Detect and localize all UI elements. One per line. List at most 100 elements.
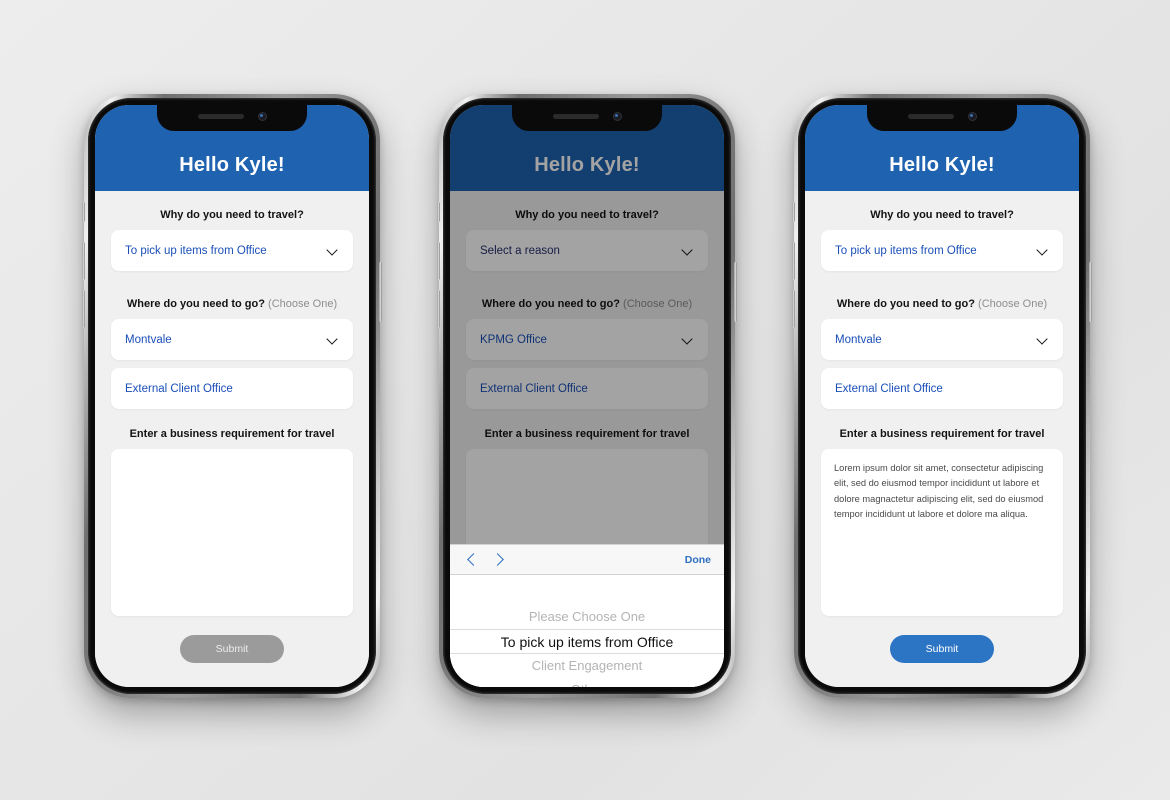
requirement-textarea[interactable] (111, 449, 353, 616)
destination-label-hint: (Choose One) (623, 298, 693, 310)
secondary-destination-value: External Client Office (125, 382, 233, 395)
volume-down-button[interactable] (82, 290, 85, 328)
phone-screen-3: Hello Kyle! Why do you need to travel? T… (805, 105, 1079, 687)
page-title: Hello Kyle! (889, 154, 995, 176)
reason-label: Why do you need to travel? (821, 209, 1063, 221)
requirement-textarea[interactable]: Lorem ipsum dolor sit amet, consectetur … (821, 449, 1063, 616)
picker-option[interactable]: Client Engagement (450, 654, 724, 678)
reason-label: Why do you need to travel? (466, 209, 708, 221)
destination-select[interactable]: KPMG Office (466, 319, 708, 360)
form-sheet: Why do you need to travel? To pick up it… (805, 187, 1079, 687)
destination-label-text: Where do you need to go? (836, 298, 975, 310)
chevron-down-icon (1038, 245, 1049, 256)
phone-mockup-2: Hello Kyle! Why do you need to travel? S… (437, 94, 737, 710)
silent-switch[interactable] (82, 202, 85, 222)
requirement-label: Enter a business requirement for travel (111, 428, 353, 440)
power-button[interactable] (379, 262, 382, 322)
reason-select-value: Select a reason (480, 244, 560, 257)
destination-label: Where do you need to go? (Choose One) (466, 298, 708, 310)
volume-down-button[interactable] (437, 290, 440, 328)
secondary-destination-field[interactable]: External Client Office (466, 368, 708, 409)
destination-label-text: Where do you need to go? (481, 298, 620, 310)
destination-select-value: Montvale (125, 333, 172, 346)
volume-up-button[interactable] (437, 242, 440, 280)
reason-select-value: To pick up items from Office (835, 244, 977, 257)
app-screen-3: Hello Kyle! Why do you need to travel? T… (805, 105, 1079, 687)
power-button[interactable] (1089, 262, 1092, 322)
power-button[interactable] (734, 262, 737, 322)
volume-up-button[interactable] (82, 242, 85, 280)
requirement-text: Lorem ipsum dolor sit amet, consectetur … (834, 463, 1044, 519)
picker-option-list[interactable]: Please Choose One To pick up items from … (450, 575, 724, 687)
destination-label-text: Where do you need to go? (126, 298, 265, 310)
earpiece-speaker-icon (197, 113, 244, 119)
destination-label-hint: (Choose One) (978, 298, 1048, 310)
reason-label: Why do you need to travel? (111, 209, 353, 221)
picker-toolbar: Done (450, 544, 724, 575)
reason-label-text: Why do you need to travel? (515, 209, 659, 221)
chevron-down-icon (683, 334, 694, 345)
phone-mockup-1: Hello Kyle! Why do you need to travel? T… (82, 94, 382, 710)
picker-option-selected[interactable]: To pick up items from Office (450, 629, 724, 654)
submit-row: Submit (111, 616, 353, 687)
chevron-down-icon (683, 245, 694, 256)
reason-select[interactable]: Select a reason (466, 230, 708, 271)
secondary-destination-value: External Client Office (835, 382, 943, 395)
picker-option[interactable]: Please Choose One (450, 605, 724, 629)
destination-select-value: KPMG Office (480, 333, 547, 346)
chevron-right-icon[interactable] (491, 551, 509, 569)
earpiece-speaker-icon (907, 113, 954, 119)
earpiece-speaker-icon (552, 113, 599, 119)
phone-mockup-stage: Hello Kyle! Why do you need to travel? T… (0, 0, 1170, 800)
volume-up-button[interactable] (792, 242, 795, 280)
notch (512, 105, 662, 131)
reason-label-text: Why do you need to travel? (160, 209, 304, 221)
requirement-label-text: Enter a business requirement for travel (129, 428, 335, 440)
front-camera-icon (612, 111, 622, 121)
notch (157, 105, 307, 131)
notch (867, 105, 1017, 131)
destination-label-hint: (Choose One) (268, 298, 338, 310)
picker-done-button[interactable]: Done (685, 554, 711, 566)
reason-select-value: To pick up items from Office (125, 244, 267, 257)
page-title: Hello Kyle! (534, 154, 640, 176)
destination-label: Where do you need to go? (Choose One) (821, 298, 1063, 310)
reason-select[interactable]: To pick up items from Office (111, 230, 353, 271)
silent-switch[interactable] (792, 202, 795, 222)
page-title: Hello Kyle! (179, 154, 285, 176)
chevron-down-icon (1038, 334, 1049, 345)
secondary-destination-field[interactable]: External Client Office (111, 368, 353, 409)
reason-select[interactable]: To pick up items from Office (821, 230, 1063, 271)
form-sheet: Why do you need to travel? To pick up it… (95, 187, 369, 687)
destination-label: Where do you need to go? (Choose One) (111, 298, 353, 310)
app-screen-1: Hello Kyle! Why do you need to travel? T… (95, 105, 369, 687)
submit-button[interactable]: Submit (180, 635, 284, 663)
requirement-label-text: Enter a business requirement for travel (484, 428, 690, 440)
picker-option[interactable]: Other (450, 678, 724, 687)
submit-row: Submit (821, 616, 1063, 687)
chevron-down-icon (328, 334, 339, 345)
destination-select[interactable]: Montvale (111, 319, 353, 360)
front-camera-icon (257, 111, 267, 121)
volume-down-button[interactable] (792, 290, 795, 328)
secondary-destination-value: External Client Office (480, 382, 588, 395)
chevron-left-icon[interactable] (463, 551, 481, 569)
reason-label-text: Why do you need to travel? (870, 209, 1014, 221)
phone-mockup-3: Hello Kyle! Why do you need to travel? T… (792, 94, 1092, 710)
silent-switch[interactable] (437, 202, 440, 222)
submit-button[interactable]: Submit (890, 635, 994, 663)
destination-select[interactable]: Montvale (821, 319, 1063, 360)
phone-screen-2: Hello Kyle! Why do you need to travel? S… (450, 105, 724, 687)
destination-select-value: Montvale (835, 333, 882, 346)
secondary-destination-field[interactable]: External Client Office (821, 368, 1063, 409)
phone-screen-1: Hello Kyle! Why do you need to travel? T… (95, 105, 369, 687)
requirement-label: Enter a business requirement for travel (821, 428, 1063, 440)
front-camera-icon (967, 111, 977, 121)
requirement-label-text: Enter a business requirement for travel (839, 428, 1045, 440)
